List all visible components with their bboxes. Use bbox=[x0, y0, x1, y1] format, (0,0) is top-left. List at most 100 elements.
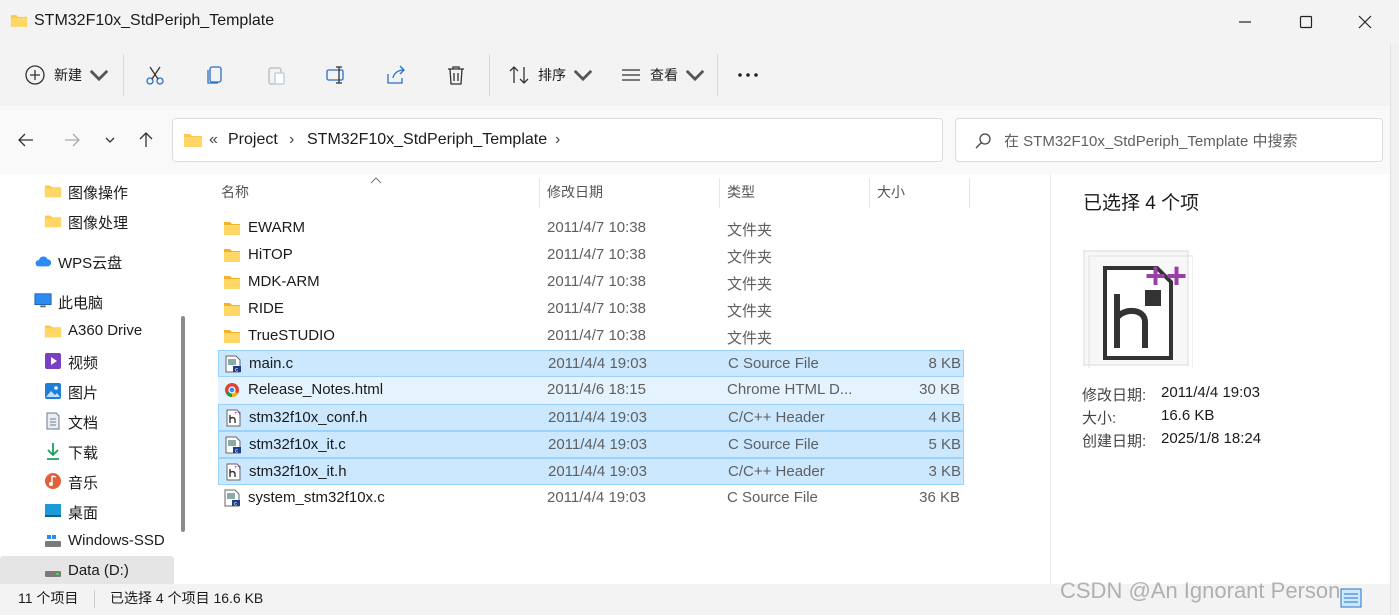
paste-button[interactable] bbox=[265, 60, 287, 90]
search-box[interactable] bbox=[955, 118, 1383, 162]
file-row[interactable]: MDK-ARM 2011/4/7 10:38 文件夹 bbox=[218, 269, 964, 296]
file-row[interactable]: EWARM 2011/4/7 10:38 文件夹 bbox=[218, 215, 964, 242]
sidebar-item-label: 下载 bbox=[68, 445, 99, 462]
column-divider[interactable] bbox=[539, 178, 540, 208]
file-size: 5 KB bbox=[928, 436, 961, 453]
sidebar-item-documents[interactable]: 文档 bbox=[0, 406, 174, 436]
sidebar-item-data-d[interactable]: Data (D:) bbox=[0, 556, 174, 584]
sidebar-item-desktop[interactable]: 桌面 bbox=[0, 496, 174, 526]
file-name: EWARM bbox=[248, 219, 305, 236]
recent-locations-button[interactable] bbox=[98, 128, 122, 152]
file-name: TrueSTUDIO bbox=[248, 327, 335, 344]
file-size: 8 KB bbox=[928, 355, 961, 372]
breadcrumb-project[interactable]: Project bbox=[228, 131, 278, 149]
file-date: 2011/4/6 18:15 bbox=[547, 381, 646, 398]
sidebar-item-label: 此电脑 bbox=[58, 295, 104, 312]
folder-icon bbox=[44, 325, 62, 338]
rename-button[interactable] bbox=[325, 60, 347, 90]
h-file-icon: ++ bbox=[226, 463, 242, 481]
maximize-button[interactable] bbox=[1279, 0, 1333, 44]
cut-button[interactable] bbox=[144, 60, 166, 90]
svg-text:++: ++ bbox=[234, 411, 242, 417]
column-header-type[interactable]: 类型 bbox=[727, 174, 867, 210]
column-divider[interactable] bbox=[969, 178, 970, 208]
copy-button[interactable] bbox=[204, 60, 226, 90]
sidebar-scrollbar[interactable] bbox=[181, 316, 185, 532]
column-header-size[interactable]: 大小 bbox=[877, 174, 967, 210]
column-header-name[interactable]: 名称 bbox=[221, 174, 537, 210]
sidebar-item-windows-ssd[interactable]: Windows-SSD bbox=[0, 526, 174, 556]
sidebar-scroll-track bbox=[174, 174, 198, 584]
file-size: 30 KB bbox=[919, 381, 960, 398]
view-button[interactable]: 查看 bbox=[620, 60, 706, 90]
details-pane: 已选择 4 个项 ++ 修改日期: 2011/4/4 19:03 大小: 16.… bbox=[1050, 174, 1390, 584]
share-button[interactable] bbox=[385, 60, 407, 90]
delete-button[interactable] bbox=[445, 60, 467, 90]
file-row[interactable]: Release_Notes.html 2011/4/6 18:15 Chrome H… bbox=[218, 377, 964, 404]
sidebar-item-music[interactable]: 音乐 bbox=[0, 466, 174, 496]
file-date: 2011/4/7 10:38 bbox=[547, 219, 646, 236]
minimize-icon bbox=[1239, 21, 1251, 23]
forward-button[interactable] bbox=[60, 128, 84, 152]
breadcrumb-template[interactable]: STM32F10x_StdPeriph_Template bbox=[307, 131, 547, 149]
file-row[interactable]: c main.c 2011/4/4 19:03 C Source File 8 KB bbox=[218, 350, 964, 377]
new-button[interactable]: 新建 bbox=[24, 60, 110, 90]
breadcrumb-overflow[interactable]: « bbox=[209, 131, 218, 149]
folder-icon bbox=[44, 215, 62, 228]
details-view-icon[interactable] bbox=[1340, 588, 1362, 608]
file-date: 2011/4/7 10:38 bbox=[547, 246, 646, 263]
address-bar[interactable]: « Project › STM32F10x_StdPeriph_Template… bbox=[172, 118, 1100, 162]
file-row[interactable]: RIDE 2011/4/7 10:38 文件夹 bbox=[218, 296, 964, 323]
sidebar-item-image-ops[interactable]: 图像操作 bbox=[0, 176, 174, 206]
minimize-button[interactable] bbox=[1218, 0, 1272, 44]
file-row[interactable]: c system_stm32f10x.c 2011/4/4 19:03 C Sourc… bbox=[218, 485, 964, 512]
file-row[interactable]: ++ stm32f10x_it.h 2011/4/4 19:03 C/C++ Head… bbox=[218, 458, 964, 485]
command-bar: 新建 排序 查看 bbox=[0, 44, 1399, 106]
more-button[interactable] bbox=[737, 60, 759, 90]
search-icon bbox=[975, 133, 991, 149]
folder-icon bbox=[184, 134, 202, 147]
plus-circle-icon bbox=[25, 65, 45, 85]
computer-icon bbox=[34, 293, 52, 308]
download-icon bbox=[47, 443, 59, 460]
h-file-thumbnail-icon: ++ bbox=[1083, 250, 1193, 368]
back-button[interactable] bbox=[14, 128, 38, 152]
size-value: 16.6 KB bbox=[1161, 407, 1215, 424]
sidebar-item-this-pc[interactable]: 此电脑 bbox=[0, 286, 174, 316]
sort-label: 排序 bbox=[538, 67, 566, 83]
folder-icon bbox=[224, 276, 240, 289]
file-date: 2011/4/4 19:03 bbox=[548, 409, 647, 426]
sidebar-item-image-processing[interactable]: 图像处理 bbox=[0, 206, 174, 236]
file-name: HiTOP bbox=[248, 246, 293, 263]
file-size: 36 KB bbox=[919, 489, 960, 506]
sidebar-item-wps-cloud[interactable]: WPS云盘 bbox=[0, 246, 174, 276]
column-header-date[interactable]: 修改日期 bbox=[547, 174, 717, 210]
sidebar-item-pictures[interactable]: 图片 bbox=[0, 376, 174, 406]
file-row[interactable]: HiTOP 2011/4/7 10:38 文件夹 bbox=[218, 242, 964, 269]
sidebar-item-downloads[interactable]: 下载 bbox=[0, 436, 174, 466]
item-count: 11 个项目 bbox=[18, 590, 79, 606]
file-row[interactable]: ++ stm32f10x_conf.h 2011/4/4 19:03 C/C++ He… bbox=[218, 404, 964, 431]
sidebar-item-label: Windows-SSD bbox=[68, 532, 165, 549]
arrow-right-icon bbox=[65, 133, 80, 147]
sort-button[interactable]: 排序 bbox=[508, 60, 594, 90]
column-divider[interactable] bbox=[719, 178, 720, 208]
column-divider[interactable] bbox=[869, 178, 870, 208]
chevron-down-icon bbox=[105, 137, 115, 143]
file-row[interactable]: TrueSTUDIO 2011/4/7 10:38 文件夹 bbox=[218, 323, 964, 350]
search-input[interactable] bbox=[1004, 129, 1374, 153]
sidebar-item-videos[interactable]: 视频 bbox=[0, 346, 174, 376]
sidebar-item-label: 图像操作 bbox=[68, 185, 129, 202]
sidebar-item-a360-drive[interactable]: A360 Drive bbox=[0, 316, 174, 346]
up-button[interactable] bbox=[134, 128, 158, 152]
selection-title: 已选择 4 个项 bbox=[1083, 193, 1200, 214]
close-button[interactable] bbox=[1338, 0, 1392, 44]
file-row[interactable]: c stm32f10x_it.c 2011/4/4 19:03 C Source Fi… bbox=[218, 431, 964, 458]
c-file-icon: c bbox=[225, 355, 241, 373]
window-edge-scrollbar[interactable] bbox=[1390, 44, 1399, 615]
chevron-down-icon bbox=[573, 69, 593, 82]
file-type: C Source File bbox=[728, 355, 819, 372]
cloud-icon bbox=[35, 256, 52, 267]
created-label: 创建日期: bbox=[1082, 433, 1147, 450]
new-label: 新建 bbox=[54, 67, 82, 83]
